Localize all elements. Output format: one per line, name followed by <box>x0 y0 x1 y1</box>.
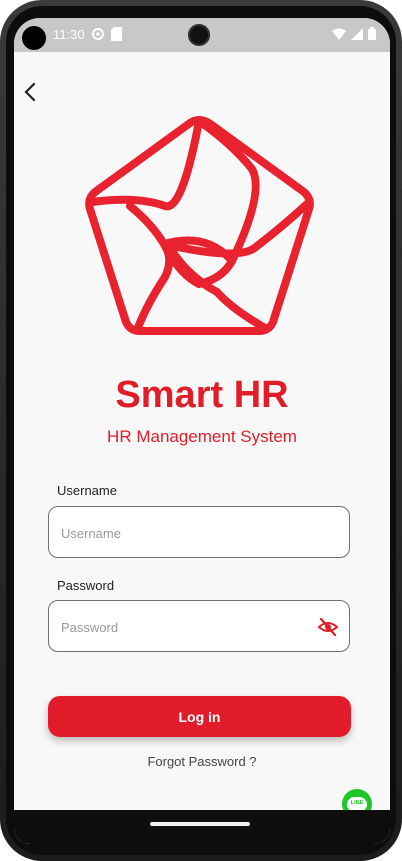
battery-icon <box>368 27 376 45</box>
username-input[interactable] <box>59 507 303 559</box>
navigation-bar <box>14 810 390 844</box>
status-icons <box>332 27 376 45</box>
app-title: Smart HR <box>115 374 289 416</box>
password-field[interactable] <box>48 600 350 653</box>
settings-icon <box>91 27 105 46</box>
line-icon-text: LINE <box>350 799 364 806</box>
forgot-password-link[interactable]: Forgot Password ? <box>14 754 390 769</box>
username-label: Username <box>57 483 117 498</box>
back-button[interactable] <box>16 80 44 108</box>
password-input[interactable] <box>59 601 303 653</box>
login-button[interactable]: Log in <box>48 696 351 737</box>
home-indicator[interactable] <box>150 822 250 826</box>
status-bar: 11:30 <box>14 18 390 52</box>
app-subtitle: HR Management System <box>107 427 297 446</box>
username-field[interactable] <box>48 506 350 559</box>
password-label: Password <box>57 578 115 593</box>
signal-icon <box>351 27 363 45</box>
sim-card-icon <box>111 27 122 46</box>
center-camera-cutout <box>188 24 210 46</box>
login-screen: Smart HR HR Management System Username P… <box>14 52 390 819</box>
chevron-left-icon <box>23 82 37 107</box>
front-camera-cutout <box>22 26 46 50</box>
status-time: 11:30 <box>53 27 85 42</box>
wifi-icon <box>332 27 346 45</box>
phone-frame: 11:30 Smart HR HR Management System User… <box>0 0 402 861</box>
pentagon-shutter-logo <box>82 114 317 344</box>
eye-off-icon[interactable] <box>317 616 339 638</box>
screen: 11:30 Smart HR HR Management System User… <box>14 18 390 844</box>
